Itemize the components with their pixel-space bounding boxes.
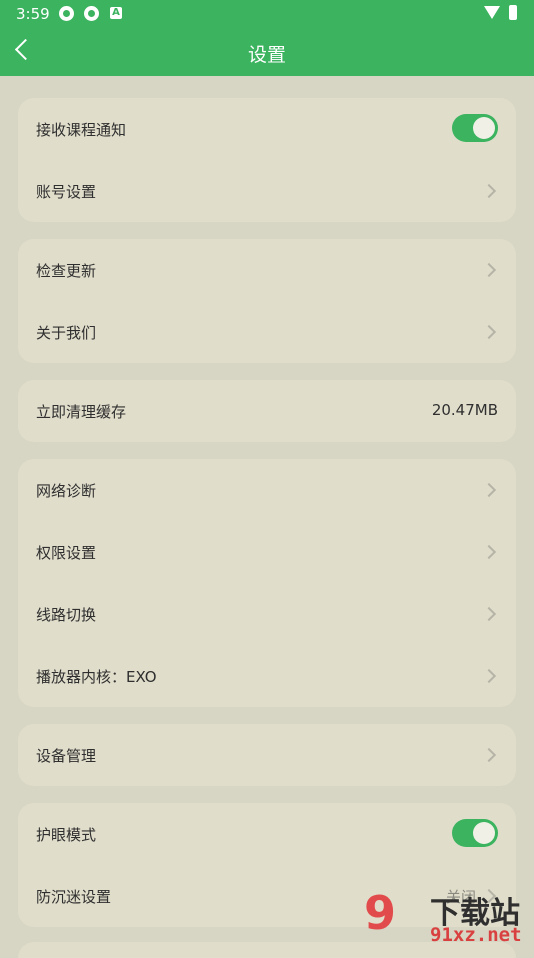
chevron-right-icon xyxy=(481,183,497,199)
toggle-knob xyxy=(473,117,495,139)
eye-protection-toggle[interactable] xyxy=(452,819,498,847)
settings-card-network: 网络诊断 权限设置 线路切换 播放器内核：EXO xyxy=(18,459,516,707)
row-label: 立即清理缓存 xyxy=(36,403,127,421)
chevron-right-icon xyxy=(481,262,497,278)
settings-row-course-notifications[interactable]: 接收课程通知 xyxy=(18,98,516,160)
watermark-url: 91xz.net xyxy=(430,924,522,946)
a-icon: A xyxy=(110,7,122,19)
settings-card-devices: 设备管理 xyxy=(18,724,516,786)
settings-row-eye-protection[interactable]: 护眼模式 xyxy=(18,803,516,865)
row-label: 播放器内核：EXO xyxy=(36,668,157,686)
chevron-right-icon xyxy=(481,482,497,498)
course-notification-toggle[interactable] xyxy=(452,114,498,142)
row-label: 设备管理 xyxy=(36,747,97,765)
settings-row-about-us[interactable]: 关于我们 xyxy=(18,301,516,363)
page-title: 设置 xyxy=(247,44,286,66)
chevron-right-icon xyxy=(481,606,497,622)
chevron-right-icon xyxy=(481,544,497,560)
wifi-icon xyxy=(484,6,500,19)
row-label: 网络诊断 xyxy=(36,482,97,500)
row-label: 护眼模式 xyxy=(36,826,97,844)
settings-row-network-diagnosis[interactable]: 网络诊断 xyxy=(18,459,516,521)
toggle-knob xyxy=(473,822,495,844)
row-label: 账号设置 xyxy=(36,183,97,201)
settings-row-check-update[interactable]: 检查更新 xyxy=(18,239,516,301)
row-label: 关于我们 xyxy=(36,324,97,342)
settings-card-cache: 立即清理缓存 20.47MB xyxy=(18,380,516,442)
settings-row-clear-cache[interactable]: 立即清理缓存 20.47MB xyxy=(18,380,516,442)
cache-size-value: 20.47MB xyxy=(431,401,498,419)
row-label: 防沉迷设置 xyxy=(36,888,112,906)
settings-card-notifications: 接收课程通知 账号设置 xyxy=(18,98,516,222)
battery-icon xyxy=(509,5,517,20)
chevron-right-icon xyxy=(481,668,497,684)
status-time: 3:59 xyxy=(16,5,50,23)
row-label: 权限设置 xyxy=(36,544,97,562)
row-label: 接收课程通知 xyxy=(36,121,127,139)
settings-row-device-management[interactable]: 设备管理 xyxy=(18,724,516,786)
settings-card-about: 检查更新 关于我们 xyxy=(18,239,516,363)
chevron-right-icon xyxy=(481,324,497,340)
row-label: 检查更新 xyxy=(36,262,97,280)
settings-row-permissions[interactable]: 权限设置 xyxy=(18,521,516,583)
row-label: 线路切换 xyxy=(36,606,97,624)
notification-icon xyxy=(84,6,99,21)
watermark-nine: 9 xyxy=(364,886,397,940)
settings-row-account[interactable]: 账号设置 xyxy=(18,160,516,222)
status-bar: 3:59 A xyxy=(0,0,534,28)
settings-row-player-core[interactable]: 播放器内核：EXO xyxy=(18,645,516,707)
watermark-logo: 9 下载站 91xz.net xyxy=(362,886,534,950)
notification-icon xyxy=(59,6,74,21)
settings-row-route-switch[interactable]: 线路切换 xyxy=(18,583,516,645)
chevron-right-icon xyxy=(481,747,497,763)
app-bar: 设置 xyxy=(0,28,534,76)
